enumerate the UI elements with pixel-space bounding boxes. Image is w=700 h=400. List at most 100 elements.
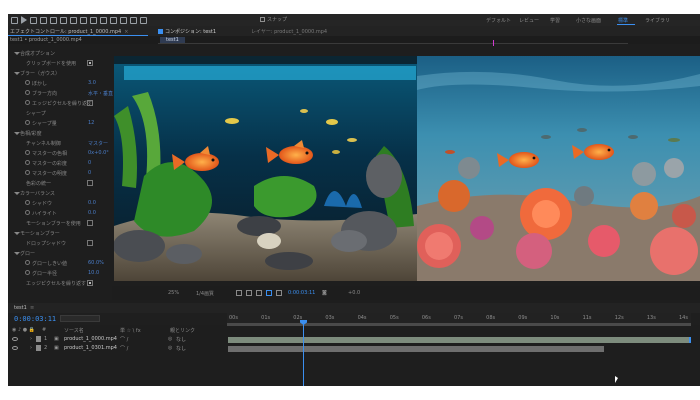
label-color-swatch[interactable] xyxy=(36,336,41,342)
tab-timeline-test1[interactable]: test1 xyxy=(14,305,27,311)
stopwatch-icon[interactable] xyxy=(25,150,30,155)
camera-tool-icon[interactable] xyxy=(60,16,67,24)
effect-row[interactable]: シャープ xyxy=(8,109,112,118)
snap-checkbox[interactable] xyxy=(260,17,265,22)
workspace-default[interactable]: デフォルト xyxy=(486,17,511,24)
effect-row[interactable]: モーションブラー xyxy=(8,229,112,238)
shy-switch-icon[interactable]: ⌒ / xyxy=(120,345,128,352)
stopwatch-icon[interactable] xyxy=(25,90,30,95)
effect-checkbox[interactable] xyxy=(87,220,93,226)
effect-checkbox[interactable] xyxy=(87,180,93,186)
effect-row[interactable]: ぼかし 3.0 xyxy=(8,79,112,88)
effect-row[interactable]: カラーバランス xyxy=(8,189,112,198)
rotate-tool-icon[interactable] xyxy=(50,16,57,24)
snapshot-icon[interactable] xyxy=(276,290,282,296)
timeline-timecode[interactable]: 0:00:03:11 xyxy=(14,315,56,323)
visibility-eye-icon[interactable] xyxy=(12,337,18,341)
effect-row[interactable]: マスターの彩度 0 xyxy=(8,159,112,168)
layer-2-duration-bar[interactable] xyxy=(228,346,604,352)
effect-value[interactable]: 0x+0.0° xyxy=(88,150,109,156)
stopwatch-icon[interactable] xyxy=(25,260,30,265)
selection-tool-icon[interactable] xyxy=(21,16,27,24)
stopwatch-icon[interactable] xyxy=(25,200,30,205)
effect-value[interactable]: 10.0 xyxy=(88,270,99,276)
camera-icon[interactable]: ◙ xyxy=(322,290,327,296)
effect-row[interactable]: シャープ量 12 xyxy=(8,119,112,128)
stopwatch-icon[interactable] xyxy=(25,120,30,125)
workspace-learn[interactable]: 学習 xyxy=(550,17,560,24)
effect-row[interactable]: ブラー方向 水平・垂直 xyxy=(8,89,113,98)
zoom-tool-icon[interactable] xyxy=(40,16,47,24)
pen-tool-icon[interactable] xyxy=(90,16,97,24)
effect-value[interactable]: 60.0% xyxy=(88,260,104,266)
stopwatch-icon[interactable] xyxy=(25,210,30,215)
effect-row[interactable]: グロー半径 10.0 xyxy=(8,269,112,278)
parent-dropdown[interactable]: なし xyxy=(176,345,186,352)
effect-value[interactable]: 0.0 xyxy=(88,210,96,216)
stopwatch-icon[interactable] xyxy=(25,160,30,165)
parent-dropdown[interactable]: なし xyxy=(176,336,186,343)
effect-checkbox[interactable] xyxy=(87,240,93,246)
effect-row[interactable]: グロー xyxy=(8,249,112,258)
tab-effect-controls[interactable]: エフェクトコントロール: product_1_0000.mp4 × xyxy=(10,28,128,35)
effect-checkbox[interactable] xyxy=(87,100,93,106)
snap-toggle[interactable]: スナップ xyxy=(260,16,287,23)
effect-row[interactable]: ハイライト 0.0 xyxy=(8,209,112,218)
effect-row[interactable]: シャドウ 0.0 xyxy=(8,199,112,208)
effect-row[interactable]: 色彩の統一 xyxy=(8,179,112,188)
effect-row[interactable]: エッジピクセルを繰り返す xyxy=(8,279,112,288)
rectangle-tool-icon[interactable] xyxy=(80,16,87,24)
clone-stamp-icon[interactable] xyxy=(120,16,127,24)
effect-value[interactable]: 12 xyxy=(88,120,94,126)
playhead-line[interactable] xyxy=(303,323,304,386)
effect-value[interactable]: 3.0 xyxy=(88,80,96,86)
effect-value[interactable]: 0 xyxy=(88,170,91,176)
effect-row[interactable]: チャンネル制御 マスター xyxy=(8,139,112,148)
effect-row[interactable]: ドロップシャドウ xyxy=(8,239,112,248)
3d-view-icon[interactable] xyxy=(266,290,272,296)
expand-chevron-icon[interactable]: › xyxy=(30,336,32,342)
layer-row[interactable]: › 2 ▣ product_1_0301.mp4 ⌒ / ◎ なし xyxy=(8,344,227,353)
effect-row[interactable]: グローしきい値 60.0% xyxy=(8,259,112,268)
home-icon[interactable] xyxy=(11,16,18,24)
effect-row[interactable]: マスターの色相 0x+0.0° xyxy=(8,149,112,158)
current-time[interactable]: 0:00:03:11 xyxy=(288,290,315,296)
layer-name[interactable]: product_1_0301.mp4 xyxy=(64,345,117,351)
workspace-standard[interactable]: 標準 xyxy=(618,17,628,24)
eraser-tool-icon[interactable] xyxy=(130,16,137,24)
parent-pickwhip-icon[interactable]: ◎ xyxy=(168,336,172,342)
workspace-small-screen[interactable]: 小さな画面 xyxy=(576,17,601,24)
layer-name[interactable]: product_1_0000.mp4 xyxy=(64,336,117,342)
composition-viewer[interactable] xyxy=(114,56,700,281)
tab-composition[interactable]: コンポジション: test1 xyxy=(158,28,216,35)
layer-1-out-handle[interactable] xyxy=(689,337,691,343)
visibility-eye-icon[interactable] xyxy=(12,346,18,350)
tab-layer[interactable]: レイヤー: product_1_0000.mp4 xyxy=(251,28,327,35)
effect-row[interactable]: 色相/彩度 xyxy=(8,129,112,138)
effect-value[interactable]: 0 xyxy=(88,160,91,166)
zoom-dropdown[interactable]: 25% xyxy=(168,290,179,296)
label-color-swatch[interactable] xyxy=(36,345,41,351)
stopwatch-icon[interactable] xyxy=(25,170,30,175)
effect-row[interactable]: モーションブラーを使用 xyxy=(8,219,112,228)
effect-value[interactable]: 0.0 xyxy=(88,200,96,206)
layer-search-input[interactable] xyxy=(60,315,100,322)
stopwatch-icon[interactable] xyxy=(25,270,30,275)
hand-tool-icon[interactable] xyxy=(30,16,37,24)
region-of-interest-icon[interactable] xyxy=(236,290,242,296)
stopwatch-icon[interactable] xyxy=(25,100,30,105)
effect-checkbox[interactable] xyxy=(87,60,93,66)
pan-behind-tool-icon[interactable] xyxy=(70,16,77,24)
expand-chevron-icon[interactable]: › xyxy=(30,345,32,351)
puppet-tool-icon[interactable] xyxy=(140,16,147,24)
transparency-grid-icon[interactable] xyxy=(246,290,252,296)
parent-pickwhip-icon[interactable]: ◎ xyxy=(168,345,172,351)
effect-value[interactable]: マスター xyxy=(88,140,108,147)
effect-row[interactable]: 合成オプション xyxy=(8,49,112,58)
type-tool-icon[interactable] xyxy=(100,16,107,24)
effect-checkbox[interactable] xyxy=(87,280,93,286)
mask-visibility-icon[interactable] xyxy=(256,290,262,296)
stopwatch-icon[interactable] xyxy=(25,80,30,85)
effect-row[interactable]: ブラー（ガウス） xyxy=(8,69,112,78)
layer-row[interactable]: › 1 ▣ product_1_0000.mp4 ⌒ / ◎ なし xyxy=(8,335,227,344)
